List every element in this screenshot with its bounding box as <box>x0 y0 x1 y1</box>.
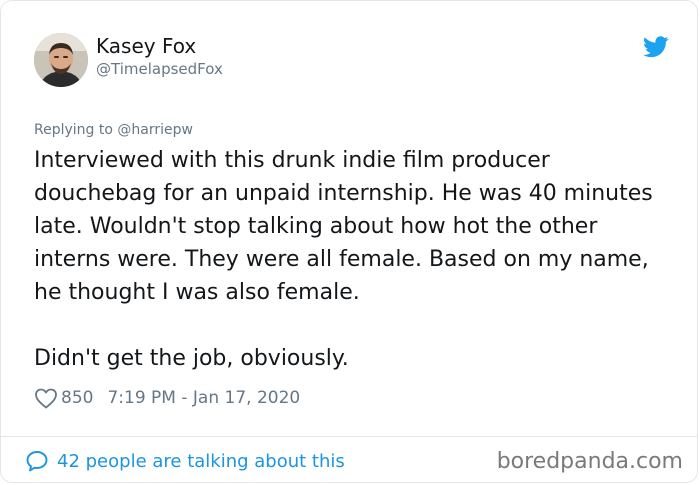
divider <box>1 436 697 437</box>
heart-icon[interactable] <box>34 387 58 409</box>
conversation-link[interactable]: 42 people are talking about this <box>25 448 345 474</box>
tweet-paragraph: Interviewed with this drunk indie film p… <box>34 148 653 305</box>
speech-bubble-icon <box>26 451 48 472</box>
timestamp-link[interactable]: 7:19 PM - Jan 17, 2020 <box>107 388 300 408</box>
user-handle[interactable]: @TimelapsedFox <box>96 60 223 78</box>
replying-to-prefix: Replying to <box>34 122 113 138</box>
conversation-label: 42 people are talking about this <box>57 450 345 472</box>
tweet-meta: 850 7:19 PM - Jan 17, 2020 <box>34 385 300 411</box>
like-count[interactable]: 850 <box>61 388 93 408</box>
watermark: boredpanda.com <box>496 449 683 474</box>
avatar-photo <box>34 33 88 87</box>
avatar[interactable] <box>34 33 88 87</box>
display-name[interactable]: Kasey Fox <box>96 34 196 58</box>
reply-mention-link[interactable]: @harriepw <box>117 122 193 138</box>
tweet-card: Kasey Fox @TimelapsedFox Replying to @ha… <box>0 0 698 483</box>
tweet-paragraph: Didn't get the job, obviously. <box>34 346 349 371</box>
replying-to: Replying to @harriepw <box>34 121 193 139</box>
tweet-text: Interviewed with this drunk indie film p… <box>34 144 674 375</box>
twitter-bird-icon[interactable] <box>643 36 669 58</box>
